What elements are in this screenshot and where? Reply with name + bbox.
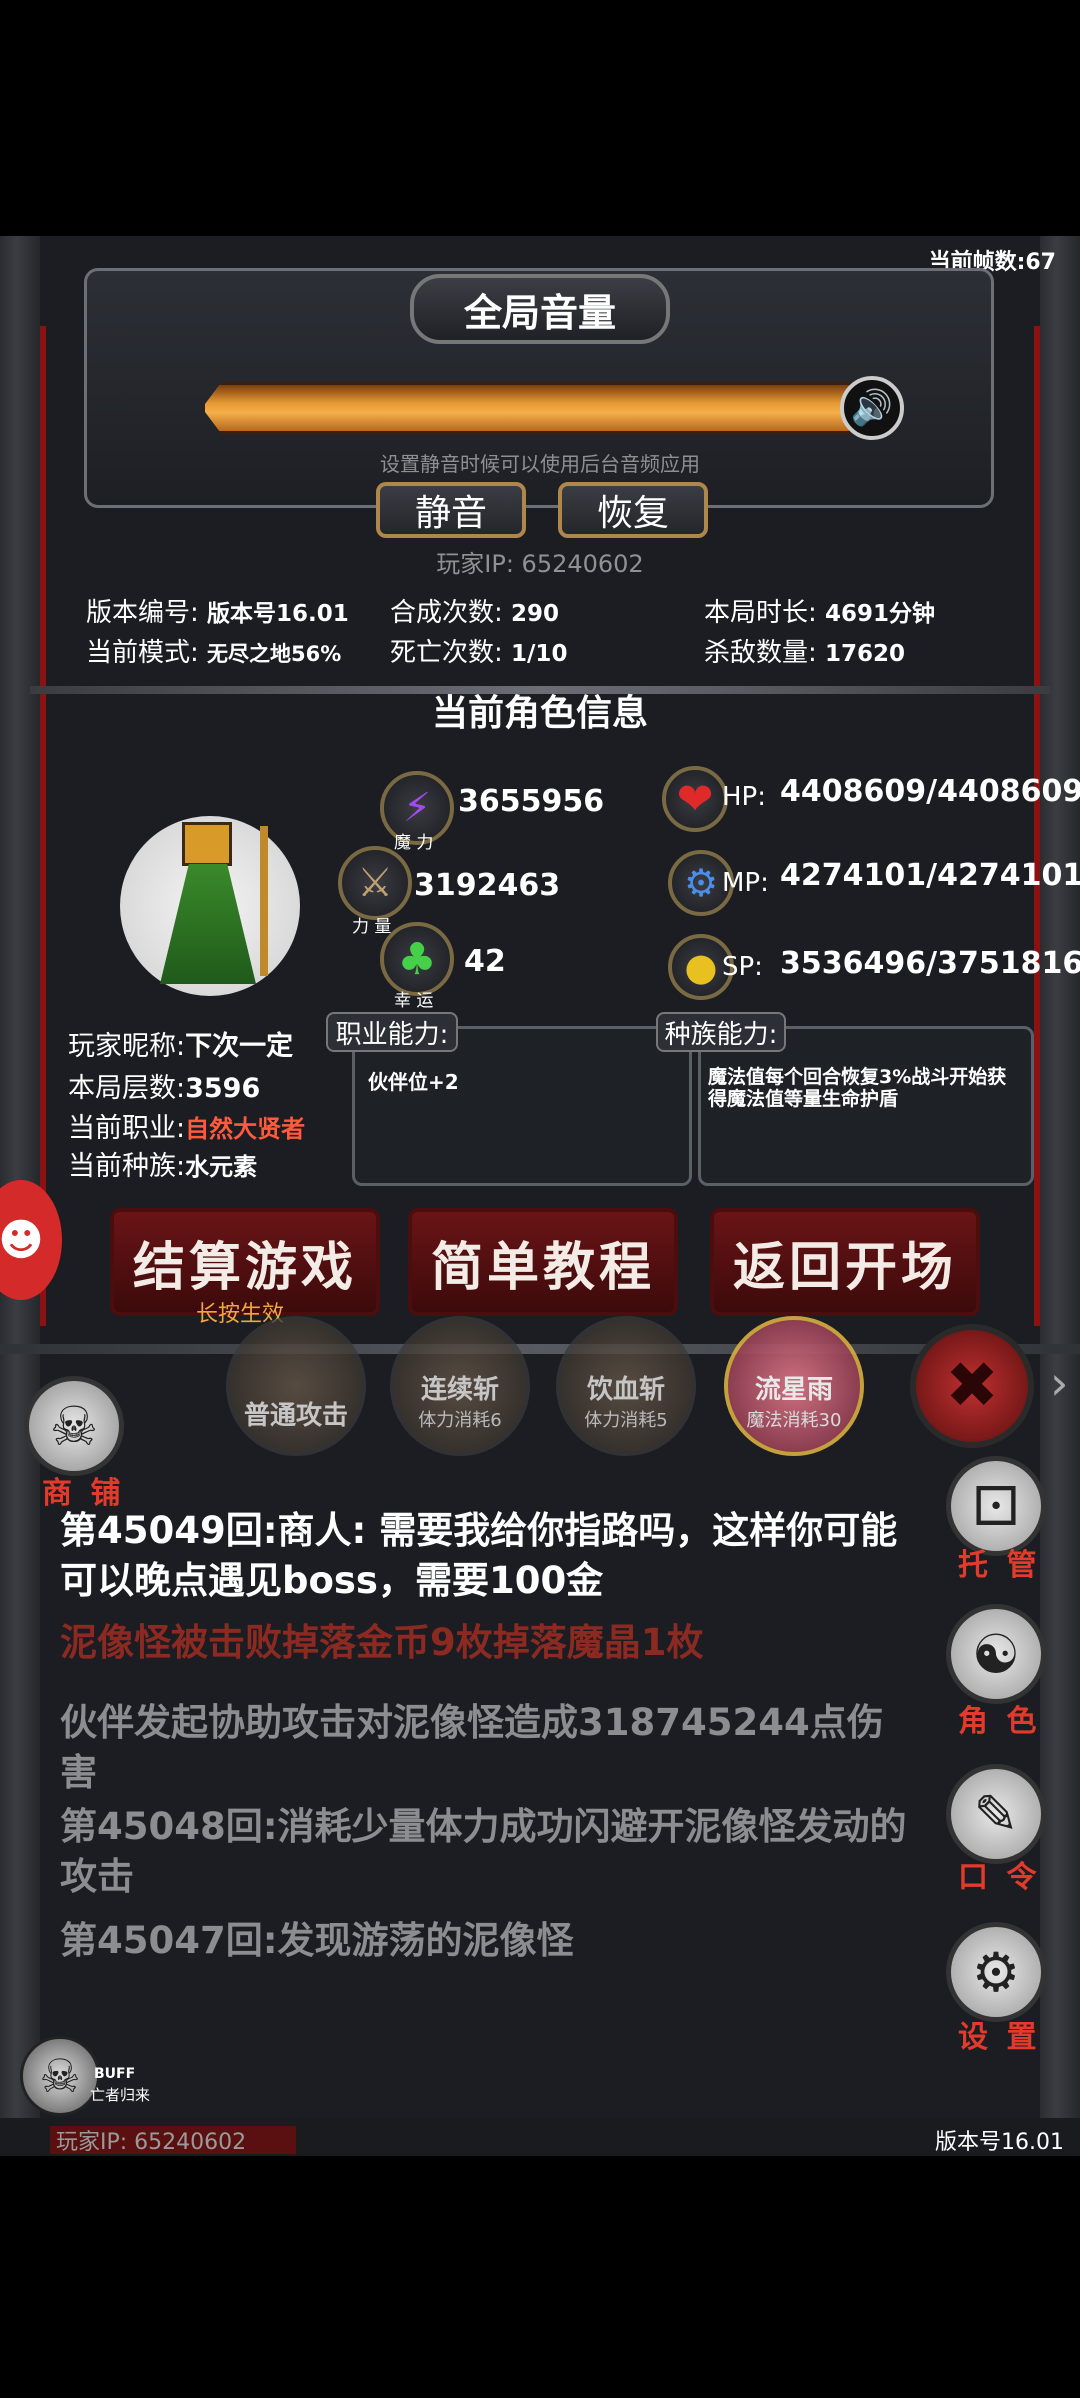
footer-version: 版本号16.01 [935, 2130, 1064, 2155]
settings-label: 设 置 [958, 2020, 1041, 2055]
nickname-row: 玩家昵称:下次一定 [68, 1031, 294, 1062]
sp-value: 3536496/3751816 [780, 946, 1080, 981]
return-start-button[interactable]: 返回开场 [710, 1208, 980, 1316]
hp-value: 4408609/4408609 [780, 774, 1080, 809]
profile-badge-icon[interactable]: ☻ [0, 1180, 62, 1300]
stat-kills: 杀敌数量: 17620 [704, 638, 906, 668]
job-row: 当前职业:自然大贤者 [68, 1113, 306, 1144]
speaker-icon[interactable]: 🔊 [840, 376, 904, 440]
job-ability-title: 职业能力: [326, 1012, 458, 1052]
tutorial-button[interactable]: 简单教程 [408, 1208, 678, 1316]
stat-version: 版本编号: 版本号16.01 [86, 598, 349, 628]
log-entry: 第45048回:消耗少量体力成功闪避开泥像怪发动的攻击 [60, 1805, 907, 1898]
log-entry: 第45049回:商人: 需要我给你指路吗，这样你可能可以晚点遇见boss，需要1… [60, 1509, 898, 1602]
race-ability-text: 魔法值每个回合恢复3%战斗开始获得魔法值等量生命护盾 [708, 1066, 1007, 1110]
mute-label: 静音 [414, 493, 487, 534]
skill-normal-attack[interactable]: 普通攻击 [226, 1316, 366, 1456]
job-ability-text: 伙伴位+2 [368, 1070, 459, 1094]
scroll-icon[interactable]: ✎ [946, 1764, 1046, 1864]
role-label: 角 色 [958, 1704, 1041, 1739]
game-screen: 当前帧数:67 全局音量 🔊 设置静音时候可以使用后台音频应用 静音 恢复 玩家… [0, 236, 1080, 2156]
log-entry: 伙伴发起协助攻击对泥像怪造成318745244点伤害 [60, 1701, 884, 1794]
footer-ip: 玩家IP: 65240602 [56, 2130, 247, 2155]
heart-icon: ❤ [662, 766, 728, 832]
lower-divider [0, 1344, 1080, 1354]
avatar-staff [260, 826, 268, 976]
avatar-head [182, 822, 232, 866]
hp-label: HP: [722, 782, 766, 812]
skill-blood-slash[interactable]: 饮血斩 体力消耗5 [556, 1316, 696, 1456]
player-ip: 玩家IP: 65240602 [436, 550, 644, 578]
strength-caption: 力 量 [352, 917, 392, 937]
right-frame [1040, 236, 1080, 2156]
skill-meteor[interactable]: 流星雨 魔法消耗30 [724, 1316, 864, 1456]
volume-hint: 设置静音时候可以使用后台音频应用 [380, 452, 700, 476]
mp-value: 4274101/4274101 [780, 858, 1080, 893]
luck-caption: 幸 运 [394, 991, 434, 1011]
skill-combo-slash[interactable]: 连续斩 体力消耗6 [390, 1316, 530, 1456]
code-label: 口 令 [958, 1860, 1041, 1895]
buff-name: 亡者归来 [90, 2086, 151, 2104]
log-entry: 泥像怪被击败掉落金币9枚掉落魔晶1枚 [60, 1621, 704, 1664]
volume-slider[interactable] [202, 382, 852, 434]
chevron-right-icon[interactable]: › [1050, 1356, 1068, 1410]
stat-mode: 当前模式: 无尽之地56% [86, 638, 342, 668]
restore-label: 恢复 [596, 493, 669, 534]
avatar-robe [160, 864, 256, 984]
stat-deaths: 死亡次数: 1/10 [390, 638, 568, 668]
log-entry: 第45047回:发现游荡的泥像怪 [60, 1919, 574, 1962]
luck-value: 42 [464, 944, 506, 979]
luck-icon: ♣ [380, 922, 454, 996]
close-icon[interactable]: ✖ [910, 1324, 1034, 1448]
magic-value: 3655956 [458, 784, 605, 819]
skull-icon[interactable]: ☠ [20, 2036, 100, 2116]
stat-synth: 合成次数: 290 [390, 598, 560, 628]
magic-caption: 魔 力 [394, 833, 434, 853]
race-ability-title: 种族能力: [656, 1012, 786, 1052]
mute-button[interactable]: 静音 [376, 482, 526, 538]
race-row: 当前种族:水元素 [68, 1151, 258, 1182]
strength-value: 3192463 [414, 868, 561, 903]
mp-label: MP: [722, 868, 769, 898]
stat-duration: 本局时长: 4691分钟 [704, 598, 936, 628]
character-avatar [120, 816, 300, 996]
volume-title-plate: 全局音量 [410, 274, 670, 344]
character-section-title: 当前角色信息 [431, 693, 648, 734]
volume-fill [205, 385, 849, 431]
restore-button[interactable]: 恢复 [558, 482, 708, 538]
floor-row: 本局层数:3596 [68, 1073, 261, 1104]
volume-title: 全局音量 [463, 290, 616, 335]
shop-icon[interactable]: ☠ [24, 1376, 124, 1476]
strength-icon: ⚔ [338, 846, 412, 920]
gear-icon[interactable]: ⚙ [946, 1922, 1046, 2022]
buff-label: BUFF [94, 2066, 136, 2082]
hooded-figure-icon[interactable]: ☯ [946, 1604, 1046, 1704]
sp-label: SP: [722, 952, 763, 982]
auto-label: 托 管 [958, 1548, 1041, 1583]
